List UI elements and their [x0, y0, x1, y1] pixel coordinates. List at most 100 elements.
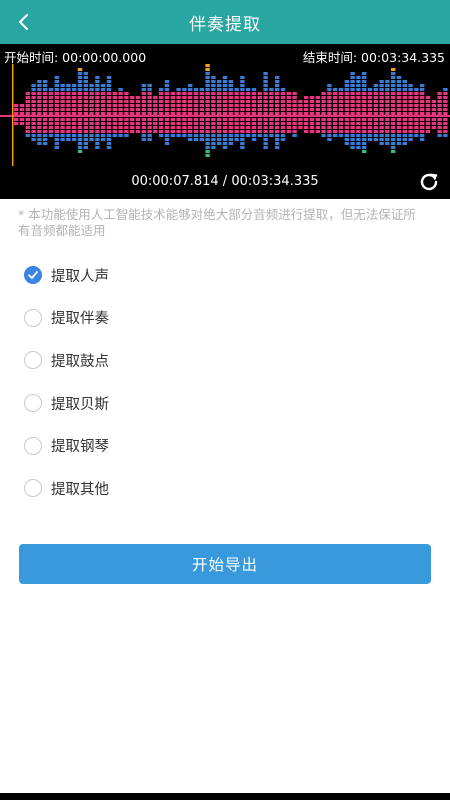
waveform-segment	[420, 96, 425, 99]
waveform-segment	[101, 96, 106, 99]
waveform-segment	[309, 100, 315, 103]
playhead-marker[interactable]	[12, 64, 14, 166]
option-bass[interactable]: 提取贝斯	[0, 382, 450, 425]
waveform-segment	[240, 138, 245, 141]
waveform-segment	[60, 96, 65, 99]
waveform-segment	[420, 112, 425, 115]
waveform-segment	[292, 126, 297, 129]
waveform-segment	[147, 126, 152, 129]
waveform-segment	[130, 130, 135, 133]
waveform-segment	[118, 104, 123, 107]
waveform-segment	[246, 118, 251, 121]
waveform-segment	[106, 122, 112, 125]
waveform-segment	[37, 122, 42, 125]
notice-text: * 本功能使用人工智能技术能够对绝大部分音频进行提取，但无法保证所有音频都能适用	[18, 207, 416, 238]
waveform-segment	[48, 108, 54, 111]
waveform-segment	[31, 104, 36, 107]
radio-drums[interactable]	[24, 351, 42, 370]
back-button[interactable]	[6, 4, 42, 40]
waveform-segment	[135, 100, 141, 103]
waveform-segment	[263, 96, 268, 99]
waveform-segment	[19, 104, 25, 107]
waveform-segment	[414, 118, 419, 121]
option-vocals[interactable]: 提取人声	[0, 254, 450, 297]
option-accompaniment[interactable]: 提取伴奏	[0, 297, 450, 340]
waveform-segment	[304, 130, 309, 133]
waveform-segment	[379, 130, 384, 133]
waveform-segment	[72, 108, 77, 111]
waveform-segment	[153, 108, 158, 111]
option-drums[interactable]: 提取鼓点	[0, 339, 450, 382]
waveform-segment	[356, 96, 361, 99]
waveform-segment	[356, 84, 361, 87]
waveform-segment	[391, 100, 396, 103]
waveform-segment	[25, 92, 30, 95]
waveform-segment	[385, 126, 390, 129]
waveform-segment	[327, 118, 332, 121]
waveform-segment	[199, 138, 204, 141]
waveform-segment	[251, 96, 257, 99]
waveform-segment	[170, 130, 175, 133]
waveform-segment	[275, 134, 280, 137]
waveform-segment	[170, 126, 175, 129]
waveform-segment	[373, 104, 378, 107]
waveform-segment	[402, 118, 407, 121]
waveform-segment	[362, 126, 367, 129]
waveform-segment	[373, 108, 378, 111]
waveform-segment	[72, 138, 77, 141]
waveform-segment	[31, 96, 36, 99]
waveform-segment	[188, 134, 193, 137]
waveform-segment	[246, 130, 251, 133]
waveform-segment	[367, 126, 373, 129]
waveform-segment	[31, 88, 36, 91]
waveform-segment	[373, 92, 378, 95]
option-other[interactable]: 提取其他	[0, 467, 450, 510]
waveform-segment	[304, 96, 309, 99]
waveform-segment	[72, 100, 77, 103]
waveform-segment	[199, 88, 204, 91]
waveform-segment	[385, 84, 390, 87]
waveform-segment	[60, 130, 65, 133]
waveform-segment	[396, 122, 402, 125]
waveform-segment	[54, 96, 59, 99]
waveform-segment	[188, 96, 193, 99]
radio-accompaniment[interactable]	[24, 308, 42, 327]
waveform-segment	[344, 92, 349, 95]
waveform-segment	[228, 138, 233, 141]
option-piano[interactable]: 提取钢琴	[0, 424, 450, 467]
waveform-segment	[246, 92, 251, 95]
waveform-panel[interactable]: 开始时间: 00:00:00.000 结束时间: 00:03:34.335 00…	[0, 44, 450, 199]
waveform-segment	[356, 134, 361, 137]
waveform-segment	[176, 104, 181, 107]
waveform-segment	[141, 112, 146, 115]
waveform-segment	[118, 126, 123, 129]
radio-bass[interactable]	[24, 394, 42, 413]
waveform-segment	[356, 126, 361, 129]
waveform-segment	[257, 130, 262, 133]
waveform-segment	[193, 126, 199, 129]
radio-other[interactable]	[24, 479, 42, 498]
waveform-segment	[205, 146, 210, 149]
radio-piano[interactable]	[24, 436, 42, 455]
waveform-segment	[222, 104, 228, 107]
waveform-segment	[373, 96, 378, 99]
waveform-segment	[333, 118, 338, 121]
waveform-segment	[199, 104, 204, 107]
waveform-segment	[182, 126, 187, 129]
waveform-segment	[101, 104, 106, 107]
waveform-segment	[286, 96, 291, 99]
waveform-segment	[362, 122, 367, 125]
waveform-segment	[240, 88, 245, 91]
waveform-visualizer[interactable]	[0, 64, 450, 166]
waveform-segment	[83, 146, 88, 149]
refresh-button[interactable]	[416, 169, 442, 195]
radio-vocals[interactable]	[24, 266, 42, 285]
waveform-segment	[48, 96, 54, 99]
waveform-segment	[292, 118, 297, 121]
waveform-segment	[43, 138, 48, 141]
waveform-segment	[60, 108, 65, 111]
start-export-button[interactable]: 开始导出	[19, 544, 431, 584]
waveform-segment	[257, 118, 262, 121]
waveform-segment	[217, 104, 222, 107]
waveform-segment	[379, 88, 384, 91]
